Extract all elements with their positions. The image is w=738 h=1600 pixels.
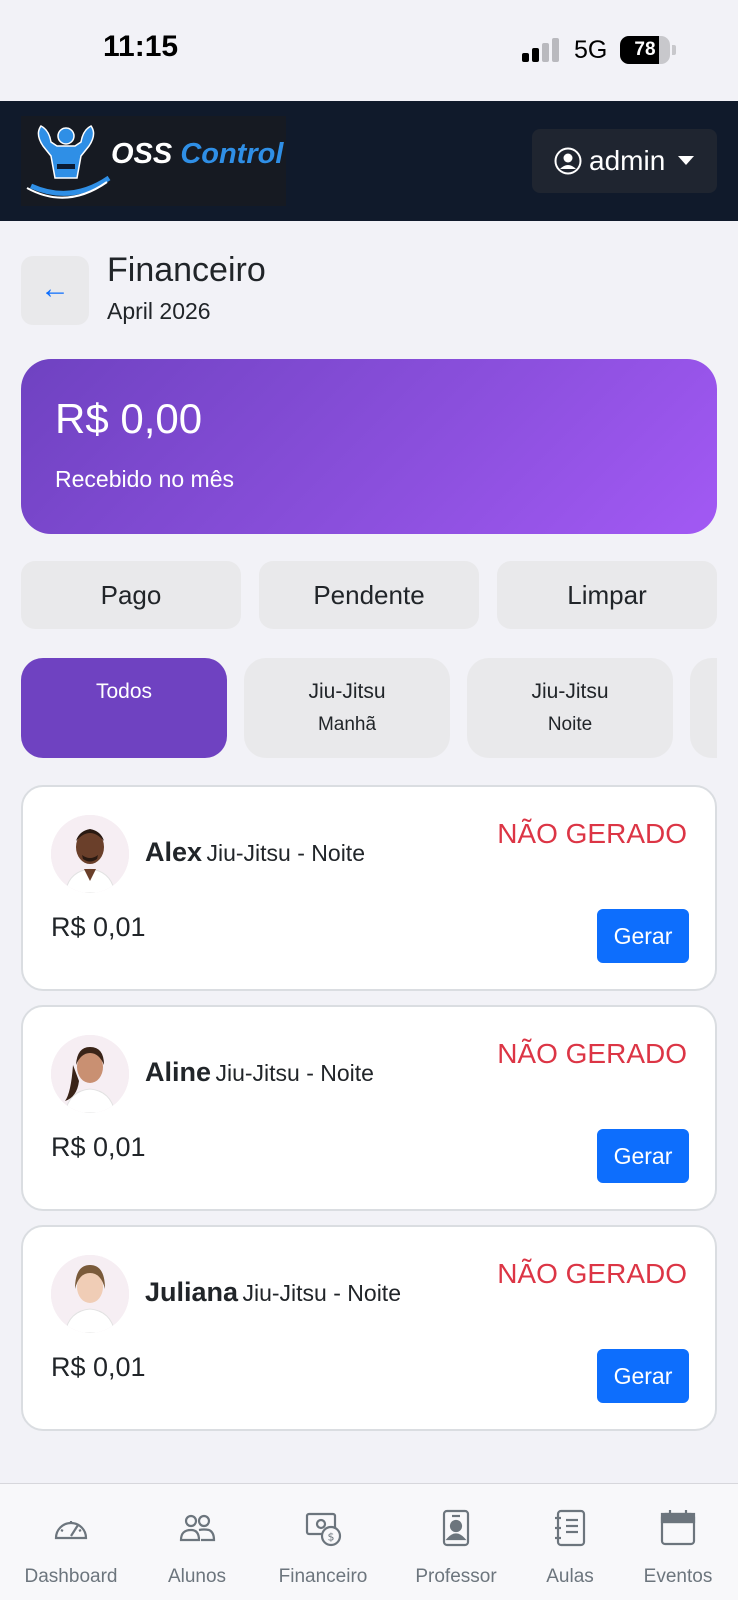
avatar: [51, 1035, 129, 1113]
student-class: Jiu-Jitsu - Noite: [242, 1280, 401, 1306]
status-time: 11:15: [103, 30, 179, 63]
student-name: Aline: [145, 1057, 212, 1087]
calendar-icon: [660, 1510, 696, 1546]
signal-icon: [522, 38, 562, 62]
monthly-summary-card: R$ 0,00 Recebido no mês: [21, 359, 717, 534]
class-tabs: Todos Jiu-Jitsu Manhã Jiu-Jitsu Noite: [21, 658, 717, 758]
nav-financeiro[interactable]: $ Financeiro: [262, 1484, 384, 1600]
journal-icon: [555, 1509, 586, 1547]
student-name: Alex: [145, 837, 203, 867]
user-name: admin: [589, 145, 666, 176]
student-class: Jiu-Jitsu - Noite: [206, 840, 365, 866]
filter-pending-button[interactable]: Pendente: [259, 561, 479, 629]
back-button[interactable]: ←: [21, 256, 89, 325]
filter-clear-button[interactable]: Limpar: [497, 561, 717, 629]
nav-eventos[interactable]: Eventos: [618, 1484, 738, 1600]
student-name: Juliana: [145, 1277, 239, 1307]
status-bar: 11:15 5G 78: [0, 0, 738, 101]
student-info: Aline Jiu-Jitsu - Noite: [145, 1057, 374, 1088]
battery-icon: 78: [620, 36, 676, 64]
app-logo[interactable]: OSS Control: [21, 116, 286, 206]
page-subtitle: April 2026: [107, 298, 211, 324]
people-icon: [179, 1514, 216, 1542]
tab-jiu-jitsu-manha[interactable]: Jiu-Jitsu Manhã: [244, 658, 450, 758]
battery-level: 78: [634, 39, 656, 60]
student-amount: R$ 0,01: [51, 1132, 146, 1162]
fighter-logo-icon: [26, 125, 111, 199]
tab-more[interactable]: [690, 658, 717, 758]
user-circle-icon: [554, 147, 582, 175]
tab-jiu-jitsu-noite[interactable]: Jiu-Jitsu Noite: [467, 658, 673, 758]
logo-wordmark: OSS Control: [111, 138, 284, 170]
avatar: [51, 815, 129, 893]
status-badge: NÃO GERADO: [497, 818, 687, 849]
avatar: [51, 1255, 129, 1333]
student-card: Aline Jiu-Jitsu - Noite NÃO GERADO R$ 0,…: [21, 1005, 717, 1211]
status-badge: NÃO GERADO: [497, 1038, 687, 1069]
cash-icon: $: [305, 1512, 342, 1547]
nav-professor[interactable]: Professor: [395, 1484, 517, 1600]
student-info: Juliana Jiu-Jitsu - Noite: [145, 1277, 401, 1308]
generate-button[interactable]: Gerar: [597, 1349, 689, 1403]
arrow-left-icon: ←: [40, 272, 70, 305]
nav-aulas[interactable]: Aulas: [510, 1484, 630, 1600]
received-amount: R$ 0,00: [55, 395, 203, 442]
status-badge: NÃO GERADO: [497, 1258, 687, 1289]
filter-paid-button[interactable]: Pago: [21, 561, 241, 629]
nav-alunos[interactable]: Alunos: [136, 1484, 258, 1600]
student-class: Jiu-Jitsu - Noite: [215, 1060, 374, 1086]
svg-text:$: $: [328, 1531, 335, 1544]
tab-todos[interactable]: Todos: [21, 658, 227, 758]
page-title: Financeiro: [107, 251, 266, 289]
student-amount: R$ 0,01: [51, 912, 146, 942]
generate-button[interactable]: Gerar: [597, 1129, 689, 1183]
top-navbar: OSS Control admin: [0, 101, 738, 221]
user-menu-dropdown[interactable]: admin: [532, 129, 717, 193]
speedometer-icon: [54, 1521, 88, 1540]
bottom-nav: Dashboard Alunos $ Financeiro Professor: [0, 1483, 738, 1600]
student-card: Alex Jiu-Jitsu - Noite NÃO GERADO R$ 0,0…: [21, 785, 717, 991]
student-info: Alex Jiu-Jitsu - Noite: [145, 837, 365, 868]
caret-down-icon: [678, 156, 694, 165]
nav-dashboard[interactable]: Dashboard: [10, 1484, 132, 1600]
received-label: Recebido no mês: [55, 466, 234, 492]
student-amount: R$ 0,01: [51, 1352, 146, 1382]
student-card: Juliana Jiu-Jitsu - Noite NÃO GERADO R$ …: [21, 1225, 717, 1431]
network-type: 5G: [574, 36, 608, 64]
badge-icon: [442, 1509, 470, 1547]
generate-button[interactable]: Gerar: [597, 909, 689, 963]
